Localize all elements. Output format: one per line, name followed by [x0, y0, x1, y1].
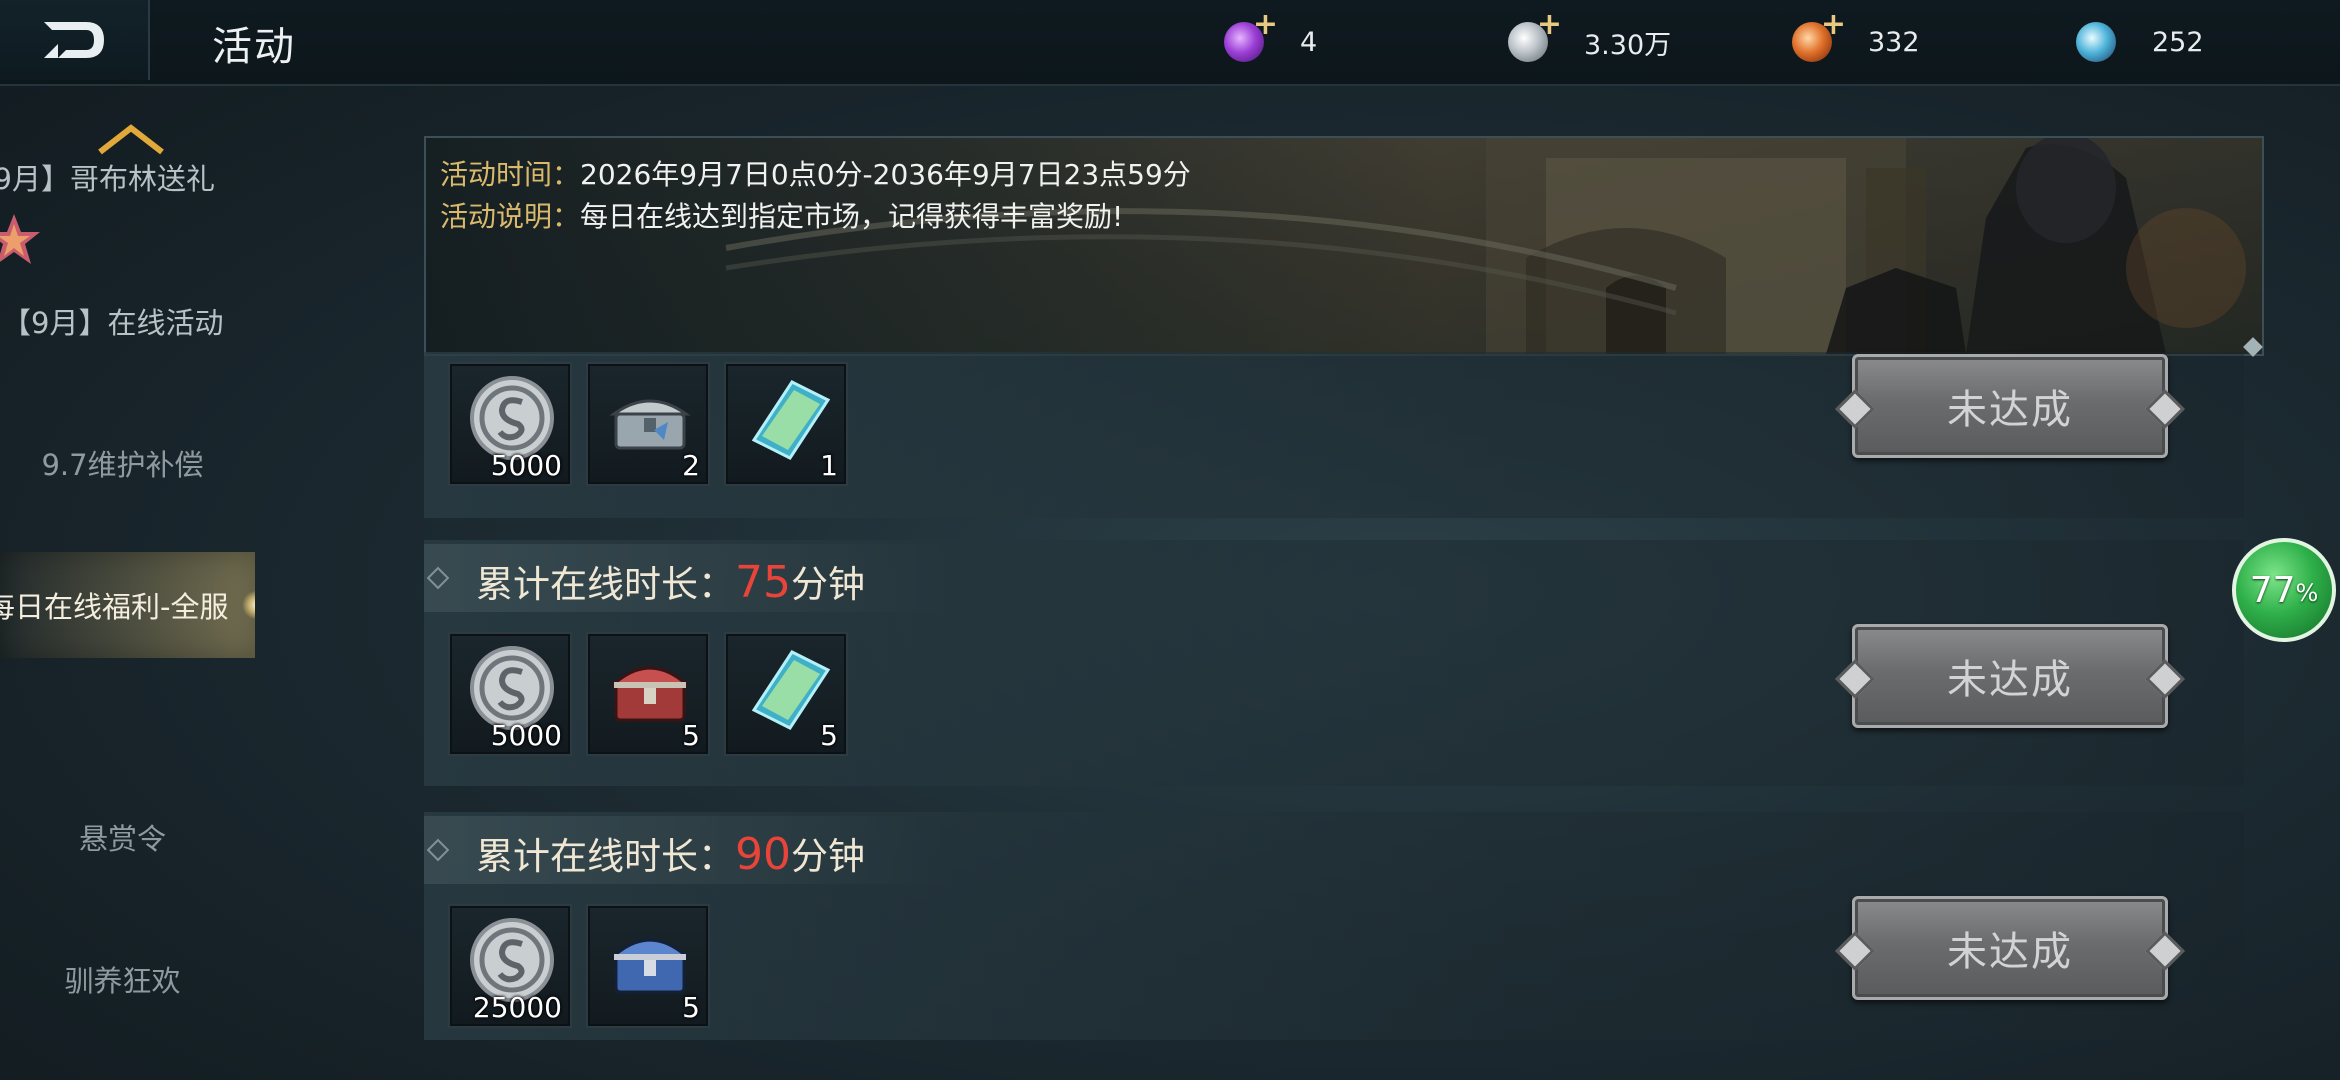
currency-amount: 332 [1868, 26, 1920, 58]
currency-purple-gem[interactable]: + 4 [1224, 10, 1318, 68]
status-label: 未达成 [1947, 387, 2073, 433]
minutes-value: 90 [735, 829, 791, 880]
reward-item-slot[interactable]: 5 [586, 632, 710, 756]
row-header-text: 累计在线时长：75分钟 [476, 554, 865, 608]
currency-blue-crystal[interactable]: 252 [2076, 16, 2204, 68]
item-quantity: 25000 [472, 991, 562, 1024]
top-bar: 活动 + 4 + 3.30万 + 332 252 [0, 0, 2340, 86]
sidebar-item-label: 【9月】在线活动 [2, 306, 224, 340]
diamond-bullet-icon [426, 838, 450, 862]
currency-silver-coin[interactable]: + 3.30万 [1508, 10, 1672, 68]
minutes-unit: 分钟 [791, 835, 865, 878]
item-quantity: 5 [682, 991, 700, 1024]
reward-item-slot[interactable]: 1 [724, 362, 848, 486]
currency-orange-orb[interactable]: + 332 [1792, 10, 1920, 68]
status-label: 未达成 [1947, 929, 2073, 975]
row-header-text: 累计在线时长：90分钟 [476, 826, 865, 880]
progress-unit: % [2295, 579, 2319, 607]
silver-coin-icon: + [1508, 10, 1562, 62]
activity-sidebar: 9月】哥布林送礼 【9月】在线活动 9.7维护补偿 每日在线福利-全服 悬赏令 … [0, 86, 255, 1080]
item-quantity: 5 [682, 719, 700, 752]
reward-item-slot[interactable]: 5000 [448, 632, 572, 756]
add-icon[interactable]: + [1253, 10, 1278, 40]
reward-item-slot[interactable]: 25000 [448, 904, 572, 1028]
item-quantity: 5 [820, 719, 838, 752]
progress-value: 77 [2249, 569, 2296, 611]
claim-status-button[interactable]: 未达成 [1835, 624, 2185, 728]
sidebar-item-label: 9.7维护补偿 [41, 448, 204, 482]
currency-amount: 4 [1300, 26, 1318, 58]
banner-text: 活动时间：2026年9月7日0点0分-2036年9月7日23点59分 活动说明：… [440, 154, 1191, 238]
add-icon[interactable]: + [1537, 10, 1562, 40]
orange-orb-icon: + [1792, 10, 1846, 62]
sidebar-item-goblin-gift[interactable]: 9月】哥布林送礼 [0, 122, 230, 232]
sidebar-item-maintenance-compensation[interactable]: 9.7维护补偿 [0, 408, 245, 518]
event-description-line: 活动说明：每日在线达到指定市场，记得获得丰富奖励! [440, 196, 1191, 238]
claim-status-button[interactable]: 未达成 [1835, 354, 2185, 458]
sidebar-item-label: 驯养狂欢 [64, 964, 181, 998]
sidebar-item-label: 每日在线福利-全服 [0, 590, 229, 624]
sidebar-item-bounty[interactable]: 悬赏令 [0, 782, 245, 892]
sidebar-item-taming-carnival[interactable]: 驯养狂欢 [0, 924, 245, 1034]
item-quantity: 2 [682, 449, 700, 482]
claim-status-button[interactable]: 未达成 [1835, 896, 2185, 1000]
sidebar-item-label: 悬赏令 [78, 822, 166, 856]
currency-amount: 252 [2152, 26, 2204, 58]
reward-item-slot[interactable]: 5 [586, 904, 710, 1028]
item-quantity: 1 [820, 449, 838, 482]
diamond-bullet-icon [426, 566, 450, 590]
item-quantity: 5000 [490, 719, 562, 752]
event-time-label: 活动时间： [440, 158, 581, 191]
reward-item-slot[interactable]: 2 [586, 362, 710, 486]
back-arrow-icon [44, 22, 104, 58]
online-duration-label: 累计在线时长： [476, 835, 735, 878]
reward-row-header: 累计在线时长：90分钟 [424, 816, 944, 884]
progress-badge[interactable]: 77% [2232, 538, 2336, 642]
minutes-unit: 分钟 [791, 563, 865, 606]
blue-crystal-icon [2076, 22, 2116, 62]
page-title: 活动 [212, 24, 296, 70]
purple-gem-icon: + [1224, 10, 1278, 62]
reward-item-slot[interactable]: 5 [724, 632, 848, 756]
minutes-value: 75 [735, 557, 791, 608]
currency-amount: 3.30万 [1584, 29, 1672, 61]
back-button[interactable] [0, 0, 150, 80]
event-description-value: 每日在线达到指定市场，记得获得丰富奖励! [580, 200, 1124, 233]
event-time-value: 2026年9月7日0点0分-2036年9月7日23点59分 [580, 158, 1191, 191]
online-duration-label: 累计在线时长： [476, 563, 735, 606]
status-label: 未达成 [1947, 657, 2073, 703]
sidebar-item-online-event[interactable]: 【9月】在线活动 [0, 266, 247, 376]
event-banner: 活动时间：2026年9月7日0点0分-2036年9月7日23点59分 活动说明：… [424, 136, 2264, 356]
active-glow-icon [242, 590, 255, 620]
event-time-line: 活动时间：2026年9月7日0点0分-2036年9月7日23点59分 [440, 154, 1191, 196]
add-icon[interactable]: + [1821, 10, 1846, 40]
sidebar-item-label: 9月】哥布林送礼 [0, 162, 215, 196]
reward-item-slot[interactable]: 5000 [448, 362, 572, 486]
event-description-label: 活动说明： [440, 200, 581, 233]
reward-row-header: 累计在线时长：75分钟 [424, 544, 944, 612]
item-quantity: 5000 [490, 449, 562, 482]
sidebar-item-daily-online-welfare[interactable]: 每日在线福利-全服 [0, 552, 255, 658]
